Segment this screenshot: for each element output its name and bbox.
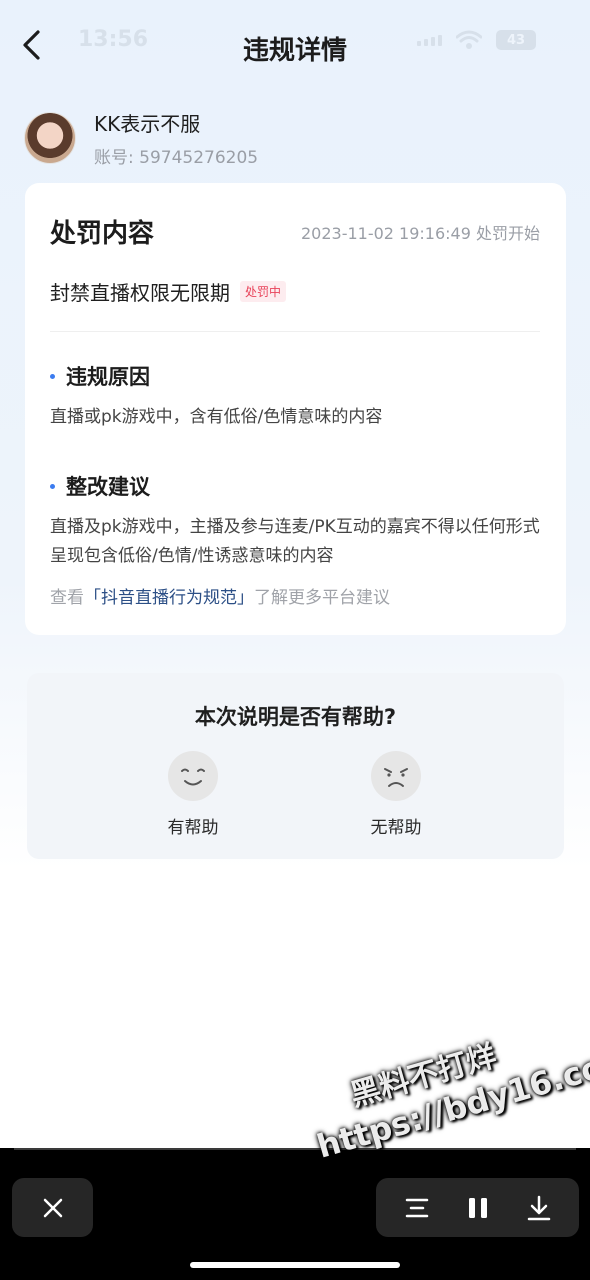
home-indicator[interactable] <box>190 1262 400 1268</box>
reason-heading: 违规原因 <box>50 361 150 391</box>
guide-line: 查看「抖音直播行为规范」了解更多平台建议 <box>50 583 390 608</box>
feedback-question: 本次说明是否有帮助? <box>194 705 397 729</box>
feedback-panel: 本次说明是否有帮助? 有帮助 无帮助 <box>27 673 564 859</box>
card-header: 处罚内容 2023-11-02 19:16:49 处罚开始 <box>50 213 540 250</box>
account-number: 账号: 59745276205 <box>94 148 259 168</box>
download-icon <box>527 1195 550 1220</box>
user-profile: KK表示不服 账号: 59745276205 <box>24 108 258 168</box>
list-icon <box>405 1198 428 1217</box>
bullet-dot-icon <box>50 373 55 379</box>
frown-face-icon <box>371 751 421 801</box>
wifi-icon <box>456 30 482 49</box>
close-icon <box>43 1198 62 1217</box>
advice-title: 整改建议 <box>66 475 150 499</box>
signal-icon <box>417 34 442 46</box>
username: KK表示不服 <box>94 112 201 136</box>
watermark: 黑料不打烊 https://bdy16.co <box>300 1003 590 1166</box>
divider <box>50 331 540 332</box>
guide-prefix: 查看 <box>50 588 84 608</box>
not-helpful-button[interactable]: 无帮助 <box>341 751 451 838</box>
reason-title: 违规原因 <box>66 365 150 389</box>
close-button[interactable] <box>12 1178 93 1237</box>
reason-body: 直播或pk游戏中，含有低俗/色情意味的内容 <box>50 407 383 427</box>
battery-icon: 43 <box>496 30 536 50</box>
guide-link[interactable]: 「抖音直播行为规范」 <box>84 588 254 608</box>
media-control-bar <box>0 1148 590 1280</box>
penalty-text: 封禁直播权限无限期 <box>50 281 230 305</box>
list-button[interactable] <box>397 1188 437 1228</box>
status-badge: 处罚中 <box>240 281 287 302</box>
guide-suffix: 了解更多平台建议 <box>254 588 390 608</box>
helpful-label: 有帮助 <box>167 818 219 838</box>
playback-controls <box>376 1178 579 1237</box>
advice-body: 直播及pk游戏中，主播及参与连麦/PK互动的嘉宾不得以任何形式呈现包含低俗/色情… <box>50 517 540 566</box>
helpful-button[interactable]: 有帮助 <box>138 751 248 838</box>
advice-heading: 整改建议 <box>50 471 150 501</box>
download-button[interactable] <box>519 1188 559 1228</box>
punish-start-time: 2023-11-02 19:16:49 处罚开始 <box>300 223 540 243</box>
progress-track[interactable] <box>14 1148 576 1150</box>
not-helpful-label: 无帮助 <box>370 818 422 838</box>
smile-face-icon <box>168 751 218 801</box>
bullet-dot-icon <box>50 483 55 489</box>
card-title: 处罚内容 <box>50 219 155 249</box>
pause-button[interactable] <box>458 1188 498 1228</box>
violation-card: 处罚内容 2023-11-02 19:16:49 处罚开始 封禁直播权限无限期 … <box>25 183 566 635</box>
battery-level: 43 <box>506 32 526 48</box>
penalty-row: 封禁直播权限无限期 处罚中 <box>50 277 287 306</box>
pause-icon <box>468 1197 487 1218</box>
avatar[interactable] <box>24 112 76 164</box>
status-icons: 43 <box>417 30 536 50</box>
status-bar: 13:56 违规详情 43 <box>0 0 590 90</box>
